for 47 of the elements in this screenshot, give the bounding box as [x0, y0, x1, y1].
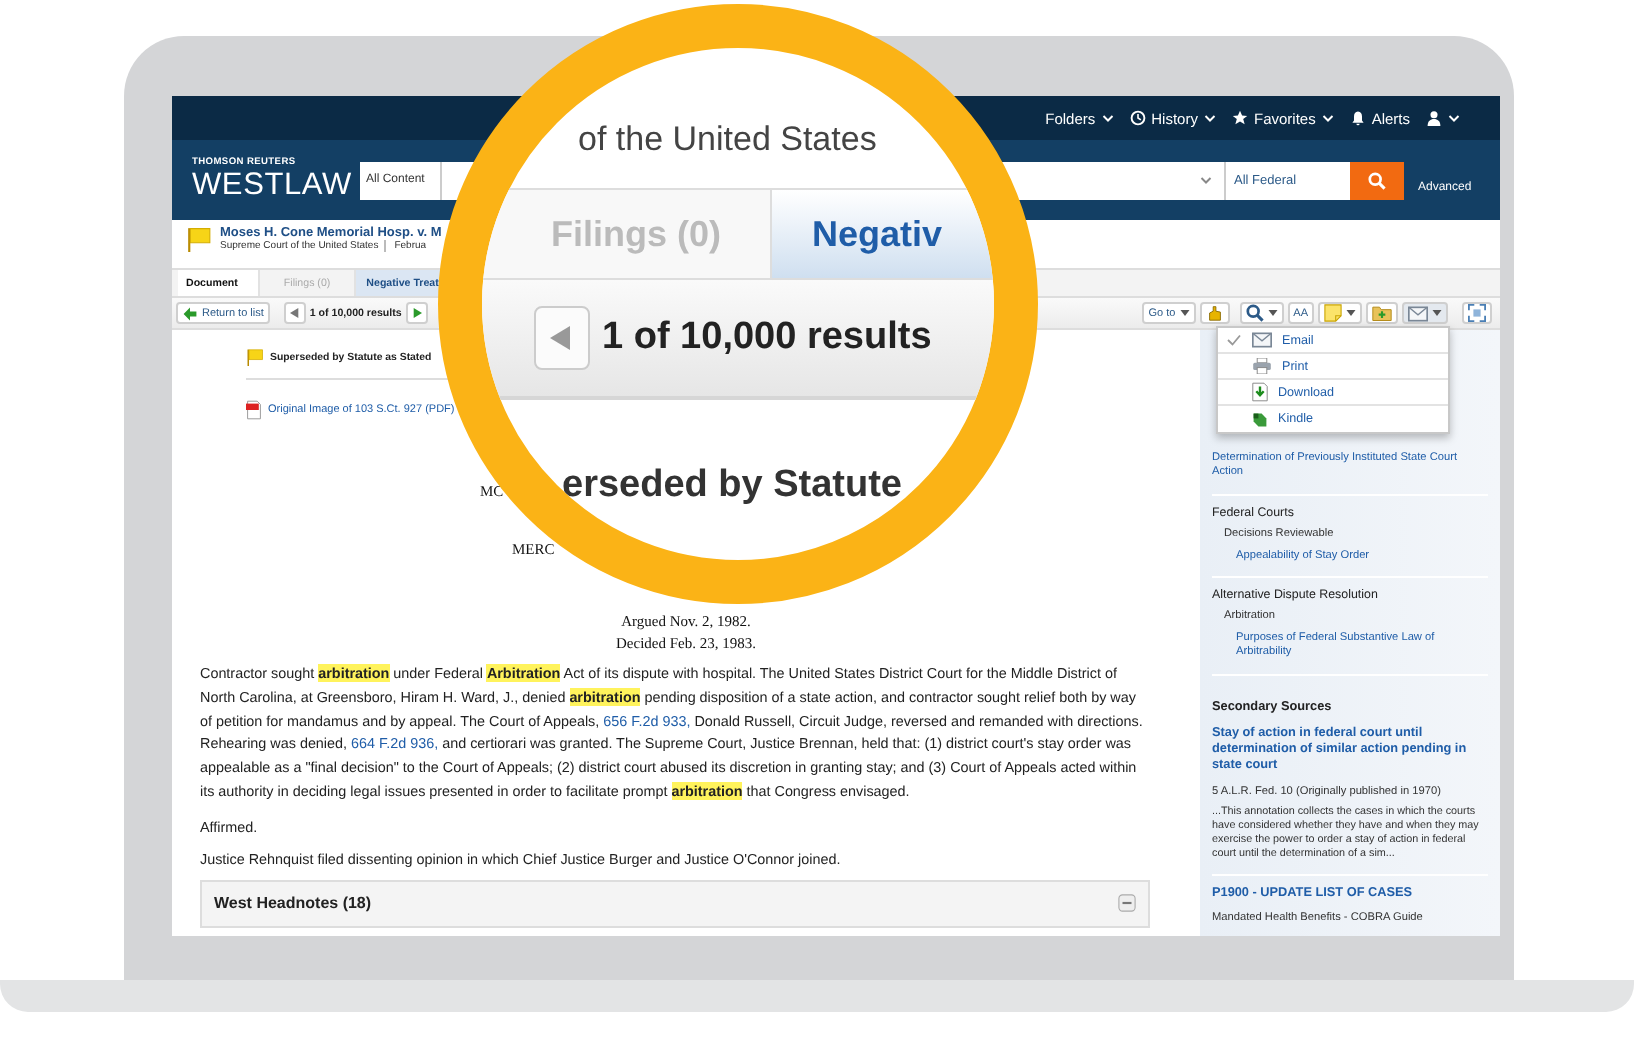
- folder-icon: [1372, 304, 1392, 322]
- checkmark-icon: [1225, 334, 1241, 346]
- collapse-icon: [1118, 894, 1136, 913]
- search-button[interactable]: [1350, 161, 1404, 199]
- printer-icon: [1252, 358, 1272, 374]
- triangle-left-icon: [550, 324, 574, 352]
- chevron-down-icon: [1200, 175, 1212, 185]
- clock-icon: [1129, 110, 1146, 126]
- chevron-down-icon: [1203, 113, 1216, 123]
- hand-icon: [1205, 304, 1224, 322]
- triangle-right-icon: [411, 308, 422, 318]
- bell-icon: [1349, 110, 1366, 126]
- envelope-icon: [1252, 332, 1272, 348]
- chevron-down-icon: [1448, 113, 1460, 123]
- collapse-button[interactable]: [1118, 894, 1136, 913]
- triangle-left-icon: [289, 308, 300, 318]
- download-icon: [1252, 382, 1268, 402]
- next-result-button[interactable]: [405, 302, 428, 324]
- magnified-result-count: 1 of 10,000 results: [602, 316, 932, 360]
- add-to-folder-button[interactable]: [1366, 302, 1398, 324]
- caret-icon: [1179, 310, 1190, 316]
- envelope-icon: [1408, 305, 1428, 321]
- user-icon: [1426, 110, 1442, 126]
- search-within-button[interactable]: [1239, 302, 1284, 324]
- magnified-status-text: erseded by Statute: [562, 464, 904, 508]
- caret-icon: [1267, 310, 1278, 316]
- search-icon: [1245, 304, 1264, 322]
- flag-icon: [246, 348, 264, 366]
- magnified-court-name: of the United States: [578, 120, 879, 160]
- search-icon: [1368, 171, 1386, 189]
- caret-icon: [1346, 310, 1356, 316]
- previous-result-button[interactable]: [283, 302, 306, 324]
- alert-button[interactable]: [1199, 302, 1230, 324]
- star-icon: [1231, 110, 1248, 126]
- headnotes-title: West Headnotes (18): [214, 894, 372, 913]
- note-icon: [1324, 304, 1342, 322]
- deliver-button[interactable]: [1402, 302, 1448, 324]
- chevron-down-icon: [1101, 113, 1114, 123]
- pdf-icon: [246, 400, 262, 420]
- caret-icon: [1432, 310, 1442, 316]
- chevron-down-icon: [1321, 113, 1334, 123]
- account-button[interactable]: [1426, 110, 1460, 126]
- full-screen-button[interactable]: [1462, 302, 1492, 324]
- expand-icon: [1468, 304, 1486, 322]
- arrow-left-icon: [182, 305, 198, 321]
- flag-icon: [186, 226, 212, 252]
- annotation-button[interactable]: [1318, 302, 1362, 324]
